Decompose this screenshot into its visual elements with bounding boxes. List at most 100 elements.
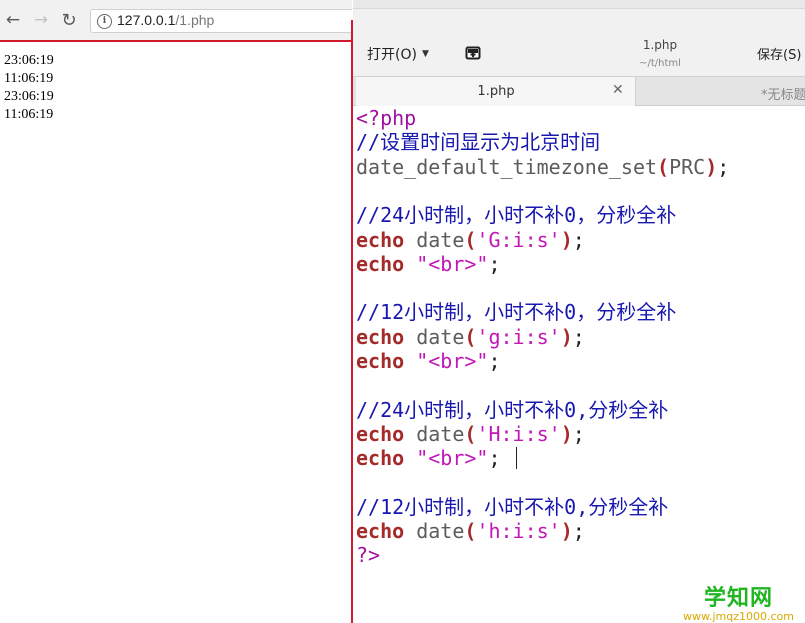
code-token: ) [560,227,573,252]
code-token: ; [572,519,585,544]
new-document-icon[interactable] [465,46,481,60]
code-line: echo date('G:i:s'); [356,228,585,252]
code-token: //24小时制，小时不补0，分秒全补 [356,203,677,228]
code-token: date [416,421,465,446]
code-token: date_default_timezone_set [356,154,658,179]
code-token: ) [560,519,573,544]
code-token: "<br>" [416,251,489,276]
code-line: ?> [356,543,380,567]
output-line: 11:06:19 [4,71,54,86]
code-token: //12小时制，小时不补0，分秒全补 [356,300,677,325]
tab-untitled[interactable]: *无标题 [761,84,805,103]
output-line: 23:06:19 [4,89,54,104]
code-token: ?> [356,543,381,568]
output-line: 23:06:19 [4,53,54,68]
code-token: ; [572,324,585,349]
code-token: echo [356,227,405,252]
code-line: //设置时间显示为北京时间 [356,130,600,154]
code-area[interactable]: <?php//设置时间显示为北京时间 date_default_timezone_… [353,106,805,623]
code-token: ) [560,324,573,349]
url-text[interactable]: 127.0.0.1/1.php [117,12,214,28]
code-token: date [416,519,465,544]
code-token: 'h:i:s' [476,519,561,544]
tab-1-php[interactable]: 1.php ✕ [356,77,636,106]
caret-down-icon: ▼ [421,49,429,59]
url-path: /1.php [175,12,215,28]
document-path: ~/t/html [639,58,681,69]
code-token: ) [560,421,573,446]
watermark-title: 学知网 [703,586,773,611]
close-icon[interactable]: ✕ [612,82,624,98]
code-token: ) [705,154,718,179]
back-arrow-icon[interactable]: ← [2,9,24,31]
code-token: //12小时制，小时不补0,分秒全补 [356,494,669,519]
code-token: ( [464,421,477,446]
code-token: echo [356,421,405,446]
editor-top-strip [353,0,805,31]
code-line: echo date('g:i:s'); [356,325,585,349]
tab-bar: 1.php ✕ *无标题 [353,76,805,106]
open-button-label: 打开(O) [367,47,417,63]
code-token: <?php [356,106,417,130]
document-title: 1.php [642,38,678,52]
code-token: ; [572,421,585,446]
open-button[interactable]: 打开(O) ▼ [367,44,429,64]
code-line: date_default_timezone_set(PRC); [356,155,729,179]
code-line: //12小时制，小时不补0，分秒全补 [356,300,676,324]
code-token: ; [572,227,585,252]
url-host: 127.0.0.1 [117,12,176,28]
output-line: 11:06:19 [4,107,54,122]
code-token: ( [464,227,477,252]
code-line: //24小时制，小时不补0，分秒全补 [356,203,676,227]
code-token: echo [356,446,405,471]
browser-window: ← → ↻ i 127.0.0.1/1.php 23:06:19 11:06:1… [0,0,352,623]
code-token: "<br>" [416,349,489,373]
save-button[interactable]: 保存(S) [757,44,801,63]
code-token: echo [356,519,405,544]
tab-label: 1.php [477,84,515,99]
watermark: 学知网 www.jmqz1000.com [683,580,794,623]
info-icon[interactable]: i [97,14,112,29]
code-token: PRC [669,154,706,179]
code-token: 'G:i:s' [476,227,561,252]
code-token: ; [488,446,501,471]
code-token: date [416,227,465,252]
code-token: ; [488,251,501,276]
text-editor-window: 打开(O) ▼ 1.php ~/t/html 保存(S) 1.php ✕ *无标… [353,0,805,623]
code-token: ( [657,154,670,179]
editor-header-bar: 打开(O) ▼ 1.php ~/t/html 保存(S) [353,30,805,76]
code-token: date [416,324,465,349]
code-line: //12小时制，小时不补0,分秒全补 [356,495,668,519]
code-line: //24小时制，小时不补0,分秒全补 [356,398,668,422]
code-token: ; [717,154,730,179]
code-line: echo date('h:i:s'); [356,519,585,543]
code-line: echo "<br>"; [356,349,501,373]
watermark-url: www.jmqz1000.com [683,610,794,623]
code-line: echo date('H:i:s'); [356,422,585,446]
code-token: 'g:i:s' [476,324,561,349]
forward-arrow-icon[interactable]: → [30,9,52,31]
code-token: //24小时制，小时不补0,分秒全补 [356,397,669,422]
code-token: 'H:i:s' [476,421,561,446]
page-output: 23:06:19 11:06:19 23:06:19 11:06:19 [4,52,54,124]
code-line: <?php [356,106,416,130]
address-bar[interactable]: i 127.0.0.1/1.php [90,9,352,33]
code-line: echo "<br>"; [356,446,501,470]
code-token: ( [464,324,477,349]
code-token: //设置时间显示为北京时间 [356,130,601,155]
text-cursor [516,447,517,469]
code-line: echo "<br>"; [356,252,501,276]
code-token: ( [464,519,477,544]
code-token: "<br>" [416,446,489,471]
reload-icon[interactable]: ↻ [58,9,80,31]
code-token: echo [356,324,405,349]
highlight-border [0,40,352,42]
code-token: ; [488,349,501,373]
